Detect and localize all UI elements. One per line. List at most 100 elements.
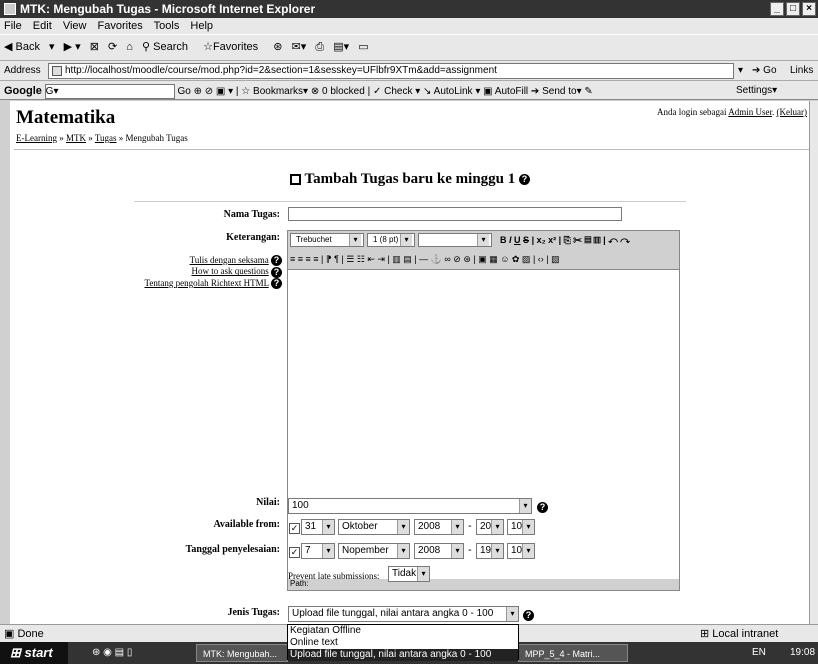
google-logo: Google <box>4 85 42 97</box>
help-link-richtext[interactable]: Tentang pengolah Richtext HTML <box>144 278 268 288</box>
chevron-down-icon: ▾ <box>397 520 409 534</box>
quicklaunch-icons[interactable]: ⊛ ◉ ▤ ▯ <box>92 642 132 664</box>
logout-link[interactable]: (Keluar) <box>777 107 807 117</box>
menu-tools[interactable]: Tools <box>154 20 180 32</box>
breadcrumb-home[interactable]: E-Learning <box>16 133 57 143</box>
available-day-select[interactable]: 31 ▾ <box>301 519 335 535</box>
help-icon[interactable]: ? <box>519 174 531 186</box>
close-button[interactable]: × <box>802 2 816 16</box>
help-links: Tulis dengan seksama ? How to ask questi… <box>120 255 282 290</box>
login-prefix: Anda login sebagai <box>657 107 727 117</box>
mail-icon[interactable]: ✉▾ <box>292 41 307 53</box>
home-icon[interactable]: ⌂ <box>126 41 133 53</box>
tray-lang[interactable]: EN <box>752 642 766 664</box>
due-minute-select[interactable]: 10 ▾ <box>507 543 535 559</box>
due-enable-checkbox[interactable]: ✓ <box>289 547 300 558</box>
refresh-icon[interactable]: ⟳ <box>108 41 117 53</box>
google-toolbar: Google G▾ Go ⊕ ⊘ ▣ ▾ | ☆ Bookmarks▾ ⊗ 0 … <box>0 80 818 100</box>
stop-icon[interactable]: ⊠ <box>90 41 99 53</box>
assignment-type-dropdown: Kegiatan Offline Online text Upload file… <box>287 624 519 661</box>
richtext-editor: Trebuchet ▾ 1 (8 pt) ▾ ▾ B I U S | x₂ x² |… <box>287 230 680 591</box>
favorites-button[interactable]: ☆Favorites <box>203 41 264 53</box>
size-select[interactable]: 1 (8 pt) ▾ <box>367 233 415 247</box>
menu-edit[interactable]: Edit <box>33 20 52 32</box>
help-icon[interactable]: ? <box>537 502 548 513</box>
breadcrumb-module[interactable]: Tugas <box>95 133 117 143</box>
available-from-label: Available from: <box>213 519 280 530</box>
heading-select[interactable]: ▾ <box>418 233 492 247</box>
due-month-select[interactable]: Nopember ▾ <box>338 543 410 559</box>
help-link-write[interactable]: Tulis dengan seksama <box>190 255 269 265</box>
taskbar-item-browser[interactable]: MTK: Mengubah... <box>196 644 288 662</box>
dropdown-option-selected[interactable]: Upload file tunggal, nilai antara angka … <box>288 649 518 661</box>
menu-favorites[interactable]: Favorites <box>98 20 143 32</box>
due-day-select[interactable]: 7 ▾ <box>301 543 335 559</box>
google-tools[interactable]: Go ⊕ ⊘ ▣ ▾ | ☆ Bookmarks▾ ⊗ 0 blocked | … <box>177 86 592 97</box>
available-enable-checkbox[interactable]: ✓ <box>289 523 300 534</box>
go-label: Go <box>763 65 777 76</box>
assignment-type-select[interactable]: Upload file tunggal, nilai antara angka … <box>288 606 519 622</box>
assignment-type-value: Upload file tunggal, nilai antara angka … <box>292 608 494 619</box>
start-button[interactable]: ⊞ start <box>0 642 68 664</box>
taskbar-item-document[interactable]: MPP_5_4 - Matri... <box>518 644 628 662</box>
due-hour-select[interactable]: 19 ▾ <box>476 543 504 559</box>
due-year-select[interactable]: 2008 ▾ <box>414 543 464 559</box>
breadcrumb-course[interactable]: MTK <box>66 133 86 143</box>
address-dropdown-icon[interactable]: ▾ <box>738 61 743 81</box>
menu-view[interactable]: View <box>63 20 87 32</box>
chevron-down-icon: ▾ <box>522 544 534 558</box>
minimize-button[interactable]: _ <box>770 2 784 16</box>
dropdown-option[interactable]: Online text <box>288 637 518 649</box>
window-titlebar: MTK: Mengubah Tugas - Microsoft Internet… <box>0 0 818 18</box>
grade-select[interactable]: 100 ▾ <box>288 498 532 514</box>
help-icon[interactable]: ? <box>271 255 282 267</box>
align-buttons[interactable]: ≡ ≡ ≡ ≡ | ⁋ ¶ | ☰ ☷ ⇤ ⇥ | ▥ ▤ | — ⚓ ∞ ⊘ … <box>290 250 560 269</box>
name-input[interactable] <box>288 207 622 221</box>
address-url: http://localhost/moodle/course/mod.php?i… <box>65 65 497 76</box>
menu-file[interactable]: File <box>4 20 22 32</box>
go-button[interactable]: ➔ Go <box>752 61 777 81</box>
maximize-button[interactable]: □ <box>786 2 800 16</box>
forward-button[interactable]: ▶ ▾ <box>64 41 81 53</box>
google-settings[interactable]: Settings▾ <box>736 81 777 101</box>
available-month-select[interactable]: Oktober ▾ <box>338 519 410 535</box>
breadcrumb: E-Learning » MTK » Tugas » Mengubah Tuga… <box>16 133 188 143</box>
available-hour-select[interactable]: 20 ▾ <box>476 519 504 535</box>
chevron-down-icon: ▾ <box>519 499 531 513</box>
discuss-icon[interactable]: ▭ <box>358 41 368 53</box>
help-link-questions[interactable]: How to ask questions <box>192 266 269 276</box>
back-label: Back <box>15 41 40 53</box>
available-minute-select[interactable]: 10 ▾ <box>507 519 535 535</box>
late-submissions-select[interactable]: Tidak ▾ <box>388 566 430 582</box>
edit-icon[interactable]: ▤▾ <box>333 41 349 53</box>
search-button[interactable]: ⚲ Search <box>142 41 194 53</box>
menu-help[interactable]: Help <box>190 20 213 32</box>
help-icon[interactable]: ? <box>523 610 534 621</box>
links-label[interactable]: Links <box>790 61 813 81</box>
help-icon[interactable]: ? <box>271 278 282 290</box>
window-title: MTK: Mengubah Tugas - Microsoft Internet… <box>20 2 316 16</box>
google-search-input[interactable]: G▾ <box>44 83 175 99</box>
login-user-link[interactable]: Admin User <box>728 107 772 117</box>
available-month-value: Oktober <box>342 521 378 532</box>
chevron-down-icon: ▾ <box>506 607 518 621</box>
chevron-down-icon: ▾ <box>477 234 489 246</box>
status-text: Done <box>17 628 44 640</box>
media-icon[interactable]: ⊛ <box>273 41 282 53</box>
dropdown-option[interactable]: Kegiatan Offline <box>288 625 518 637</box>
date-separator: - <box>468 520 472 532</box>
font-select[interactable]: Trebuchet ▾ <box>290 233 364 247</box>
vertical-scrollbar[interactable] <box>809 101 818 624</box>
task-label: MTK: Mengubah... <box>203 649 278 659</box>
format-buttons[interactable]: B I U S | x₂ x² | ⎘ ✂ ▤ ▥ | ↶ ↷ <box>500 231 630 250</box>
back-button[interactable]: ◀ Back ▾ <box>4 41 55 53</box>
chevron-down-icon: ▾ <box>491 520 503 534</box>
help-icon[interactable]: ? <box>271 266 282 278</box>
grade-value: 100 <box>292 500 309 511</box>
available-year-select[interactable]: 2008 ▾ <box>414 519 464 535</box>
page-content: Matematika Anda login sebagai Admin User… <box>10 101 809 624</box>
address-input[interactable]: http://localhost/moodle/course/mod.php?i… <box>48 63 734 79</box>
print-icon[interactable]: ⎙ <box>315 41 324 53</box>
breadcrumb-sep: » <box>118 133 124 143</box>
chevron-down-icon: ▾ <box>522 520 534 534</box>
